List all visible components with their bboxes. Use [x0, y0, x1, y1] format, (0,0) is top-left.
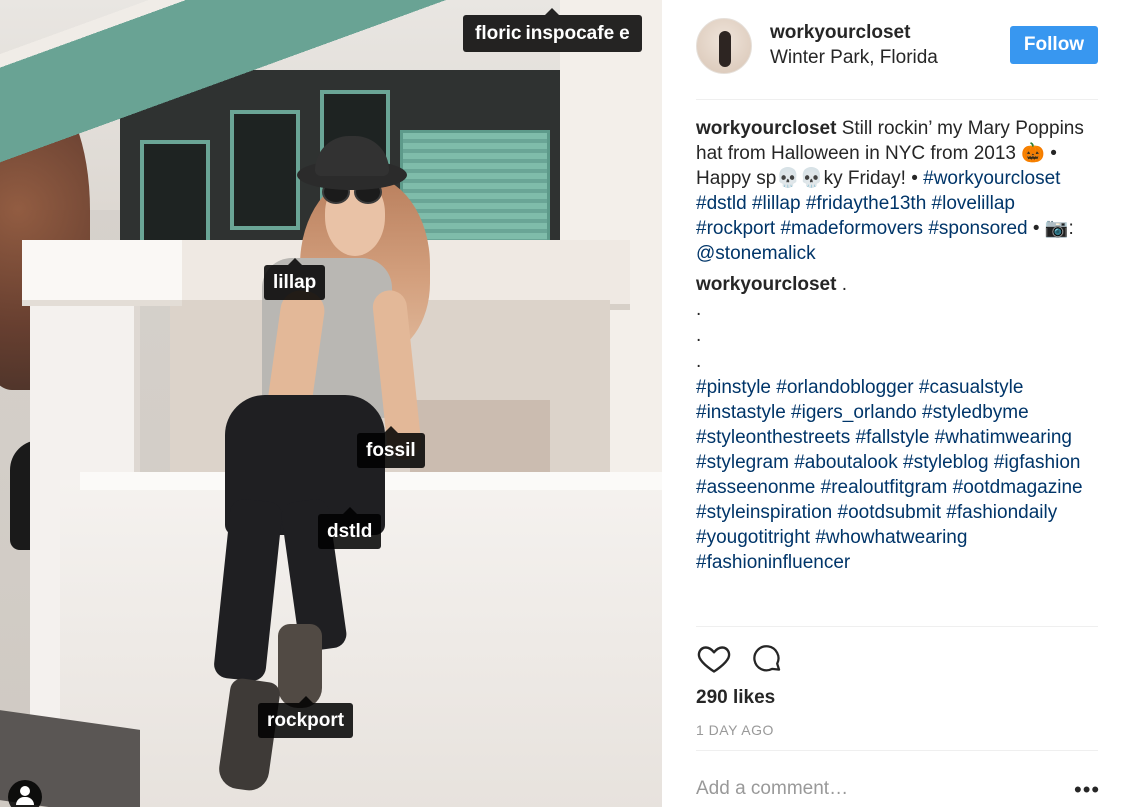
post-header: workyourcloset Winter Park, Florida Foll…: [696, 14, 1098, 100]
comment-text: .: [841, 274, 847, 295]
post-photo[interactable]: floric inspocafe e lillap fossil dstld roc…: [0, 0, 662, 807]
comment-author[interactable]: workyourcloset: [696, 274, 836, 295]
avatar[interactable]: [696, 18, 752, 74]
comment-dot: .: [696, 351, 702, 372]
divider: [696, 626, 1098, 627]
comment: workyourcloset . . . . #pinstyle #orland…: [696, 272, 1096, 575]
caption-author[interactable]: workyourcloset: [696, 118, 836, 139]
post-sidebar: workyourcloset Winter Park, Florida Foll…: [662, 0, 1122, 807]
caption-photo-credit[interactable]: @stonemalick: [696, 243, 816, 264]
follow-button[interactable]: Follow: [1010, 26, 1098, 64]
more-icon[interactable]: •••: [1074, 779, 1100, 801]
user-tag-icon[interactable]: [8, 780, 42, 807]
comment-dot: .: [696, 325, 702, 346]
tag-label-floric: floric: [475, 23, 522, 44]
comment-icon[interactable]: [750, 642, 784, 676]
tag-label-suffix: e: [619, 23, 630, 44]
comment-input[interactable]: [696, 772, 1056, 806]
tag-label-inspocafe: inspocafe: [525, 23, 615, 44]
photo-pillar-cap: [22, 240, 182, 300]
comment-hashtags[interactable]: #pinstyle #orlandoblogger #casualstyle #…: [696, 375, 1096, 575]
caption: workyourcloset Still rockin’ my Mary Pop…: [696, 116, 1096, 266]
product-tag-fossil[interactable]: fossil: [357, 426, 425, 468]
header-username[interactable]: workyourcloset: [770, 22, 910, 44]
comment-dot: .: [696, 299, 702, 320]
heart-icon[interactable]: [696, 640, 732, 676]
header-location[interactable]: Winter Park, Florida: [770, 47, 938, 69]
caption-credit-prefix: • 📷:: [1032, 218, 1074, 239]
likes-count[interactable]: 290 likes: [696, 687, 775, 709]
product-tag-rockport[interactable]: rockport: [258, 696, 354, 738]
product-tag-lillap[interactable]: lillap: [264, 258, 326, 300]
timestamp[interactable]: 1 DAY AGO: [696, 722, 774, 738]
product-tag-dstld[interactable]: dstld: [318, 507, 382, 549]
comments-list: workyourcloset Still rockin’ my Mary Pop…: [696, 116, 1096, 581]
product-tag-top[interactable]: floric inspocafe e: [463, 8, 642, 52]
divider: [696, 750, 1098, 751]
photo-garage-door: [410, 400, 550, 480]
